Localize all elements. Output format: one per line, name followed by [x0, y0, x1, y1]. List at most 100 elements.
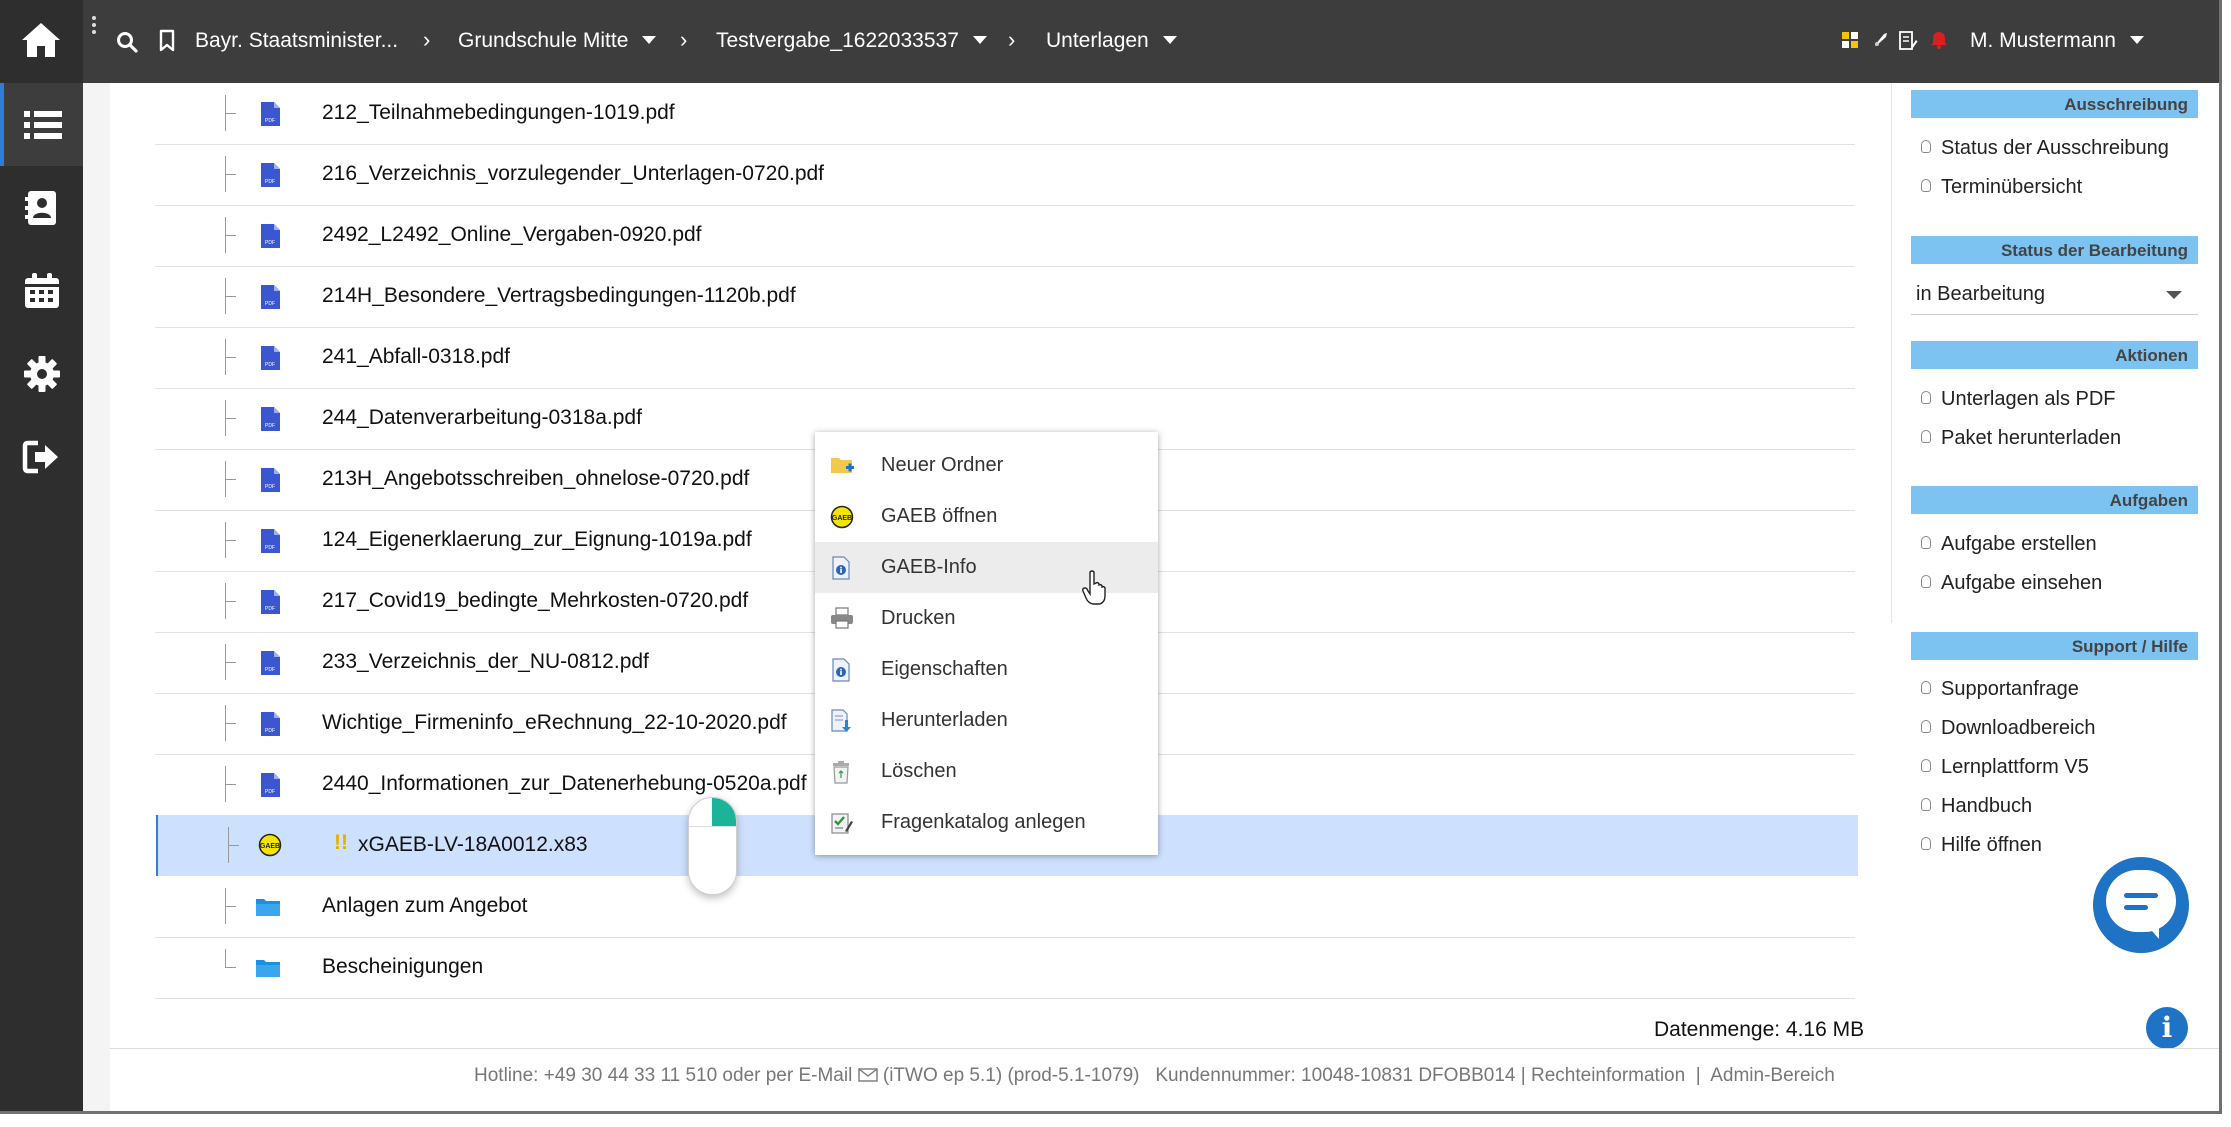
pointer-icon [1921, 536, 1931, 549]
pointer-icon [1921, 759, 1931, 772]
warning-icon: !! [334, 831, 348, 854]
file-name: Anlagen zum Angebot [322, 894, 528, 917]
printer-icon [831, 607, 853, 629]
folder-row[interactable]: Bescheinigungen [155, 937, 1855, 999]
info-document-icon [832, 556, 850, 580]
sidebar-item-calendar[interactable] [0, 249, 83, 332]
breadcrumb-separator: › [680, 27, 688, 52]
footer-hotline: Hotline: +49 30 44 33 11 510 oder per E-… [474, 1065, 853, 1086]
home-button[interactable] [0, 0, 83, 83]
link-paket-herunterladen[interactable]: Paket herunterladen [1921, 427, 2121, 450]
file-name: 241_Abfall-0318.pdf [322, 345, 510, 368]
file-name: xGAEB-LV-18A0012.x83 [358, 833, 588, 856]
menu-item-new-folder[interactable]: Neuer Ordner [815, 440, 1158, 491]
new-folder-icon [831, 458, 854, 473]
pointer-icon [1921, 391, 1931, 404]
pdf-file-icon: PDF [259, 650, 281, 681]
pdf-file-icon: PDF [259, 467, 281, 498]
sidebar-divider [83, 83, 110, 1111]
link-aufgabe-einsehen[interactable]: Aufgabe einsehen [1921, 572, 2102, 595]
breadcrumb-documents[interactable]: Unterlagen [1046, 29, 1177, 53]
file-name: 217_Covid19_bedingte_Mehrkosten-0720.pdf [322, 589, 749, 612]
pdf-file-icon: PDF [259, 711, 281, 742]
menu-dots-icon[interactable] [92, 16, 98, 37]
breadcrumb-organisation[interactable]: Bayr. Staatsminister... [195, 29, 398, 53]
link-downloadbereich[interactable]: Downloadbereich [1921, 717, 2096, 740]
footer-legal-link[interactable]: Rechteinformation [1531, 1065, 1685, 1086]
checklist-icon [831, 813, 853, 834]
chevron-down-icon [1162, 36, 1177, 44]
svg-text:PDF: PDF [265, 179, 275, 185]
link-lernplattform[interactable]: Lernplattform V5 [1921, 756, 2089, 779]
pointer-icon [1921, 575, 1931, 588]
rocket-icon[interactable] [1872, 30, 1890, 50]
link-handbuch[interactable]: Handbuch [1921, 795, 2032, 818]
file-row[interactable]: PDF 2492_L2492_Online_Vergaben-0920.pdf [155, 205, 1855, 267]
svg-text:PDF: PDF [265, 545, 275, 551]
file-name: 2492_L2492_Online_Vergaben-0920.pdf [322, 223, 702, 246]
chat-button[interactable] [2093, 857, 2189, 953]
pointer-icon [1921, 430, 1931, 443]
edit-document-icon[interactable] [1898, 30, 1918, 52]
pdf-file-icon: PDF [259, 345, 281, 376]
pointer-icon [1921, 140, 1931, 153]
svg-text:GAEB: GAEB [260, 843, 280, 850]
link-status-der-ausschreibung[interactable]: Status der Ausschreibung [1921, 137, 2169, 160]
svg-text:PDF: PDF [265, 606, 275, 612]
svg-text:PDF: PDF [265, 240, 275, 246]
info-icon[interactable]: i [2146, 1007, 2188, 1049]
search-icon[interactable] [116, 31, 138, 53]
link-terminuebersicht[interactable]: Terminübersicht [1921, 176, 2082, 199]
user-menu[interactable]: M. Mustermann [1970, 29, 2144, 53]
menu-item-open-gaeb[interactable]: GAEB GAEB öffnen [815, 491, 1158, 542]
menu-item-delete[interactable]: Löschen [815, 746, 1158, 797]
breadcrumb-separator: › [423, 27, 431, 52]
svg-text:PDF: PDF [265, 484, 275, 490]
sidebar-item-list[interactable] [0, 83, 83, 166]
file-row[interactable]: PDF 241_Abfall-0318.pdf [155, 327, 1855, 389]
file-name: 216_Verzeichnis_vorzulegender_Unterlagen… [322, 162, 825, 185]
file-name: Bescheinigungen [322, 955, 484, 978]
menu-item-create-questionnaire[interactable]: Fragenkatalog anlegen [815, 797, 1158, 848]
download-icon [831, 709, 851, 732]
pdf-file-icon: PDF [259, 162, 281, 193]
link-hilfe-oeffnen[interactable]: Hilfe öffnen [1921, 834, 2042, 857]
gear-icon [24, 356, 60, 392]
email-icon[interactable] [857, 1068, 878, 1082]
svg-text:PDF: PDF [265, 118, 275, 124]
breadcrumb-tender[interactable]: Testvergabe_1622033537 [716, 29, 987, 53]
link-unterlagen-als-pdf[interactable]: Unterlagen als PDF [1921, 388, 2116, 411]
file-row[interactable]: PDF 212_Teilnahmebedingungen-1019.pdf [155, 83, 1855, 145]
sidebar-item-logout[interactable] [0, 415, 83, 498]
link-aufgabe-erstellen[interactable]: Aufgabe erstellen [1921, 533, 2097, 556]
chevron-down-icon [2129, 36, 2144, 44]
notification-icon[interactable] [1929, 30, 1949, 50]
svg-text:PDF: PDF [265, 728, 275, 734]
menu-item-properties[interactable]: Eigenschaften [815, 644, 1158, 695]
file-name: 214H_Besondere_Vertragsbedingungen-1120b… [322, 284, 796, 307]
footer-admin-link[interactable]: Admin-Bereich [1710, 1065, 1835, 1086]
sidebar-item-contacts[interactable] [0, 166, 83, 249]
section-header-support: Support / Hilfe [1911, 632, 2198, 660]
breadcrumb-school[interactable]: Grundschule Mitte [458, 29, 657, 53]
pdf-file-icon: PDF [259, 772, 281, 803]
bookmark-icon[interactable] [158, 29, 176, 53]
mouse-click-indicator [688, 797, 737, 895]
section-header-aktionen: Aktionen [1911, 341, 2198, 369]
menu-item-download[interactable]: Herunterladen [815, 695, 1158, 746]
pdf-file-icon: PDF [259, 101, 281, 132]
file-row[interactable]: PDF 216_Verzeichnis_vorzulegender_Unterla… [155, 144, 1855, 206]
apps-grid-icon[interactable] [1841, 30, 1859, 50]
footer-customer-number: Kundennummer: 10048-10831 DFOBB014 [1155, 1065, 1516, 1086]
svg-text:PDF: PDF [265, 362, 275, 368]
sidebar-item-settings[interactable] [0, 332, 83, 415]
svg-text:PDF: PDF [265, 301, 275, 307]
status-select[interactable]: in Bearbeitung [1911, 274, 2198, 315]
pointer-icon [1921, 681, 1931, 694]
file-name: 124_Eigenerklaerung_zur_Eignung-1019a.pd… [322, 528, 752, 551]
folder-row[interactable]: Anlagen zum Angebot [155, 876, 1855, 938]
pdf-file-icon: PDF [259, 528, 281, 559]
link-supportanfrage[interactable]: Supportanfrage [1921, 678, 2079, 701]
file-row[interactable]: PDF 214H_Besondere_Vertragsbedingungen-11… [155, 266, 1855, 328]
breadcrumb-separator: › [1008, 27, 1016, 52]
